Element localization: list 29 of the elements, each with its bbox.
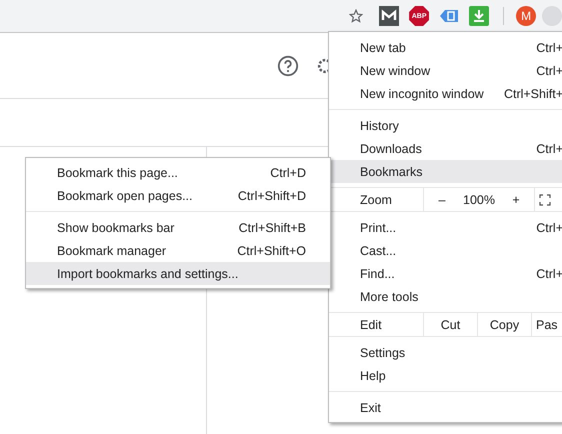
menu-item[interactable]: Print... Ctrl+	[329, 216, 562, 239]
extension-icon[interactable]	[379, 6, 400, 26]
menu-item[interactable]: Exit	[329, 396, 562, 419]
menu-item[interactable]: Bookmark this page... Ctrl+D	[26, 161, 330, 184]
menu-item[interactable]: Cast...	[329, 239, 562, 262]
help-icon[interactable]	[277, 54, 299, 76]
menu-item[interactable]: Import bookmarks and settings...	[26, 262, 330, 285]
menu-item[interactable]: New incognito window Ctrl+Shift+	[329, 82, 562, 105]
fullscreen-icon[interactable]	[539, 194, 551, 206]
menu-item[interactable]: Help	[329, 364, 562, 387]
menu-item[interactable]: Bookmark manager Ctrl+Shift+O	[26, 239, 330, 262]
menu-item[interactable]: Bookmarks	[329, 160, 562, 183]
menu-item[interactable]: Show bookmarks bar Ctrl+Shift+B	[26, 216, 330, 239]
menu-item[interactable]: Settings	[329, 341, 562, 364]
menu-item[interactable]: More tools	[329, 285, 562, 308]
star-icon[interactable]	[349, 9, 364, 23]
menu-item[interactable]: New tab Ctrl+	[329, 36, 562, 59]
zoom-level: 100%	[462, 192, 496, 206]
menu-item[interactable]: Downloads Ctrl+	[329, 137, 562, 160]
menu-item[interactable]: History	[329, 114, 562, 137]
menu-item[interactable]: Find... Ctrl+	[329, 262, 562, 285]
zoom-in-button[interactable]: +	[501, 192, 531, 206]
menu-item[interactable]: New window Ctrl+	[329, 59, 562, 82]
zoom-label: Zoom	[359, 192, 393, 206]
download-icon[interactable]	[469, 6, 490, 26]
edit-label: Edit	[359, 318, 383, 332]
zoom-out-button[interactable]: –	[427, 192, 457, 206]
profile-avatar[interactable]: M	[516, 6, 536, 26]
menu-item[interactable]: Bookmark open pages... Ctrl+Shift+D	[26, 184, 330, 207]
